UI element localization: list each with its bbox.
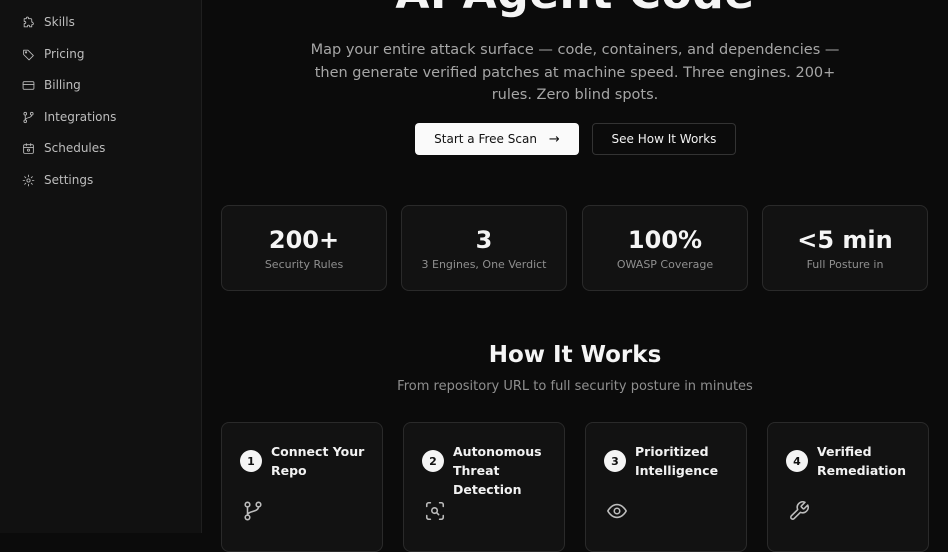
stat-card: <5 min Full Posture in (762, 205, 928, 291)
main-content: AI Agent Code Map your entire attack sur… (202, 0, 948, 552)
hero-title: AI Agent Code (202, 0, 948, 19)
section-title: How It Works (488, 342, 662, 368)
button-label: See How It Works (611, 132, 717, 146)
arrow-right-icon: → (548, 131, 560, 147)
start-free-scan-button[interactable]: Start a Free Scan → (415, 123, 579, 155)
stat-value: 3 (475, 226, 493, 254)
sidebar-item-settings[interactable]: Settings (22, 168, 93, 192)
step-number-badge: 4 (786, 450, 808, 472)
step-number-badge: 1 (240, 450, 262, 472)
stat-value: 100% (627, 226, 703, 254)
tag-icon (23, 49, 34, 60)
sidebar-item-schedules[interactable]: Schedules (22, 136, 105, 160)
sidebar-item-label: Schedules (44, 141, 106, 155)
calendar-icon (23, 142, 34, 154)
stat-value: 200+ (268, 226, 340, 254)
credit-card-icon (22, 80, 35, 90)
sidebar: Skills Pricing Billing Integrations Sche… (0, 0, 202, 533)
step-number-badge: 2 (422, 450, 444, 472)
button-label: Start a Free Scan (434, 132, 537, 146)
stat-value: <5 min (797, 226, 893, 254)
sidebar-item-label: Integrations (44, 110, 117, 124)
sidebar-item-pricing[interactable]: Pricing (22, 42, 84, 66)
step-title: Autonomous Threat Detection (453, 444, 542, 497)
section-subtitle: From repository URL to full security pos… (397, 379, 753, 394)
stat-card: 200+ Security Rules (221, 205, 387, 291)
step-title: Connect Your Repo (271, 444, 365, 478)
stat-label: Full Posture in (806, 258, 884, 271)
stat-label: OWASP Coverage (616, 258, 714, 271)
git-branch-icon (23, 111, 34, 123)
stat-label: 3 Engines, One Verdict (421, 258, 547, 271)
stat-card: 3 3 Engines, One Verdict (401, 205, 567, 291)
see-how-it-works-button[interactable]: See How It Works (592, 123, 736, 155)
sidebar-item-label: Pricing (44, 47, 85, 61)
sidebar-item-label: Settings (44, 173, 94, 187)
puzzle-icon (23, 16, 34, 27)
step-title: Prioritized Intelligence (635, 444, 719, 478)
scan-search-icon (424, 500, 446, 522)
hero-subtitle: Map your entire attack surface — code, c… (310, 42, 840, 103)
wrench-icon (788, 500, 810, 522)
sidebar-item-label: Billing (44, 78, 81, 92)
gear-icon (22, 174, 35, 186)
stat-label: Security Rules (264, 258, 344, 271)
stat-card: 100% OWASP Coverage (582, 205, 748, 291)
sidebar-item-label: Skills (44, 15, 75, 29)
step-number-badge: 3 (604, 450, 626, 472)
sidebar-item-skills[interactable]: Skills (22, 10, 75, 34)
git-branch-icon (242, 500, 264, 522)
sidebar-item-billing[interactable]: Billing (22, 73, 81, 97)
eye-icon (606, 500, 628, 522)
step-title: Verified Remediation (817, 444, 907, 478)
sidebar-item-integrations[interactable]: Integrations (22, 105, 116, 129)
